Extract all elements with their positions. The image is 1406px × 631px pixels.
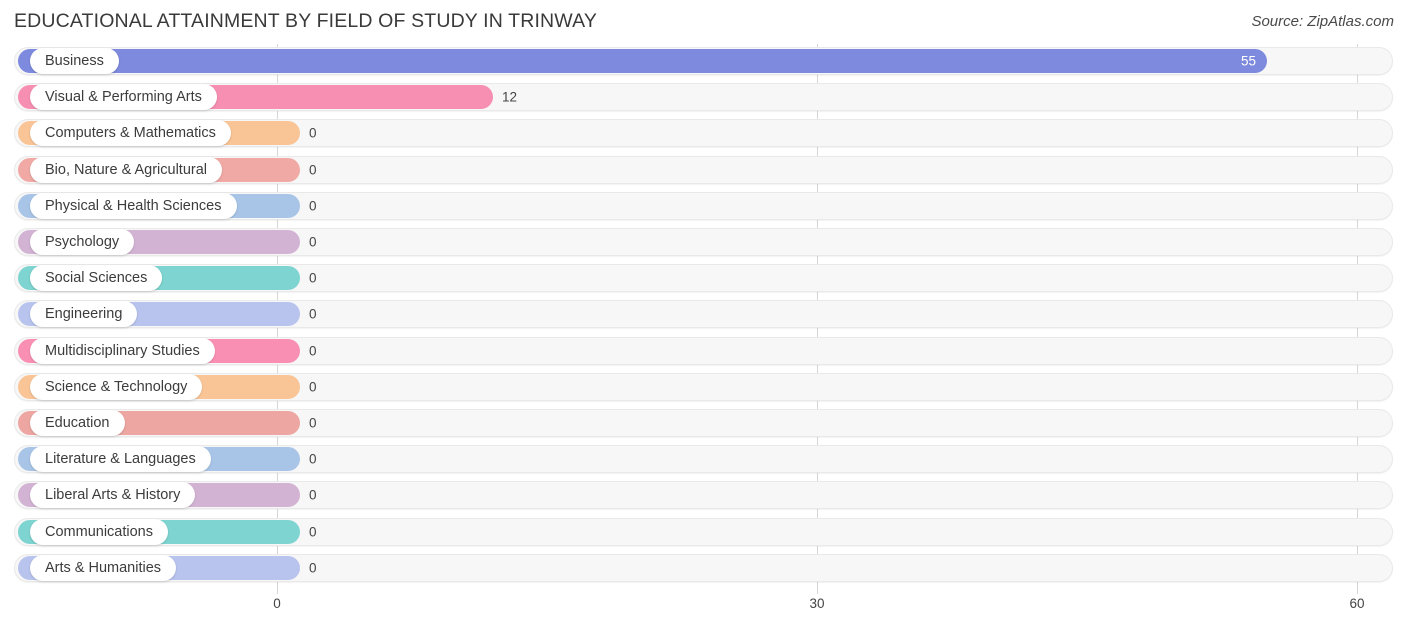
bar-value-label: 0 <box>309 415 317 431</box>
category-label: Arts & Humanities <box>30 554 177 581</box>
chart-header: EDUCATIONAL ATTAINMENT BY FIELD OF STUDY… <box>0 0 1406 44</box>
bar-row[interactable]: 0 Science & Technology <box>0 370 1406 406</box>
category-label: Engineering <box>30 301 138 328</box>
category-label: Multidisciplinary Studies <box>30 337 215 364</box>
bar-value-label: 0 <box>309 234 317 250</box>
category-label: Bio, Nature & Agricultural <box>30 156 222 183</box>
bar-row[interactable]: 0 Physical & Health Sciences <box>0 189 1406 225</box>
bar-value-label: 0 <box>309 487 317 503</box>
x-axis-tick-label: 30 <box>809 596 825 611</box>
bar-value-label: 0 <box>309 451 317 467</box>
category-label: Education <box>30 410 125 436</box>
category-label: Social Sciences <box>30 265 163 292</box>
category-label: Science & Technology <box>30 373 203 400</box>
bar-row[interactable]: 12 Visual & Performing Arts <box>0 80 1406 116</box>
category-label: Literature & Languages <box>30 446 211 473</box>
bar-row[interactable]: 0 Communications <box>0 515 1406 551</box>
bar-value-label: 55 <box>1240 53 1256 69</box>
category-label: Visual & Performing Arts <box>30 84 217 111</box>
bar-value-label: 12 <box>502 89 518 105</box>
bar-value-label: 0 <box>309 524 317 540</box>
category-label: Business <box>30 48 119 74</box>
category-label: Physical & Health Sciences <box>30 192 237 219</box>
category-label: Liberal Arts & History <box>30 482 196 509</box>
bar-row[interactable]: 0 Arts & Humanities <box>0 551 1406 587</box>
category-label: Psychology <box>30 229 135 255</box>
bar-value-label: 0 <box>309 162 317 178</box>
bar-row[interactable]: 0 Bio, Nature & Agricultural <box>0 153 1406 189</box>
x-axis-tick-label: 0 <box>273 596 281 611</box>
bar-row[interactable]: 0 Engineering <box>0 297 1406 333</box>
bar-row[interactable]: 55 Business <box>0 44 1406 80</box>
x-axis: 0 30 60 <box>0 594 1406 631</box>
bar-row[interactable]: 0 Liberal Arts & History <box>0 478 1406 514</box>
bar-row[interactable]: 0 Education <box>0 406 1406 442</box>
category-label: Communications <box>30 518 168 545</box>
bar-value-label: 0 <box>309 306 317 322</box>
bar[interactable]: 55 <box>18 49 1267 73</box>
bar-value-label: 0 <box>309 560 317 576</box>
bar-row[interactable]: 0 Multidisciplinary Studies <box>0 334 1406 370</box>
bar-value-label: 0 <box>309 198 317 214</box>
bar-value-label: 0 <box>309 379 317 395</box>
bar-row[interactable]: 0 Psychology <box>0 225 1406 261</box>
source-attribution: Source: ZipAtlas.com <box>1251 13 1394 30</box>
bar-value-label: 0 <box>309 125 317 141</box>
category-label: Computers & Mathematics <box>30 120 231 147</box>
page-title: EDUCATIONAL ATTAINMENT BY FIELD OF STUDY… <box>14 10 597 32</box>
bar-row[interactable]: 0 Literature & Languages <box>0 442 1406 478</box>
bar-row[interactable]: 0 Computers & Mathematics <box>0 116 1406 152</box>
x-axis-tick-label: 60 <box>1349 596 1365 611</box>
bar-value-label: 0 <box>309 270 317 286</box>
bar-row[interactable]: 0 Social Sciences <box>0 261 1406 297</box>
chart-plot-area: 55 Business 12 Visual & Performing Arts 0 Com… <box>0 44 1406 594</box>
bar-value-label: 0 <box>309 343 317 359</box>
